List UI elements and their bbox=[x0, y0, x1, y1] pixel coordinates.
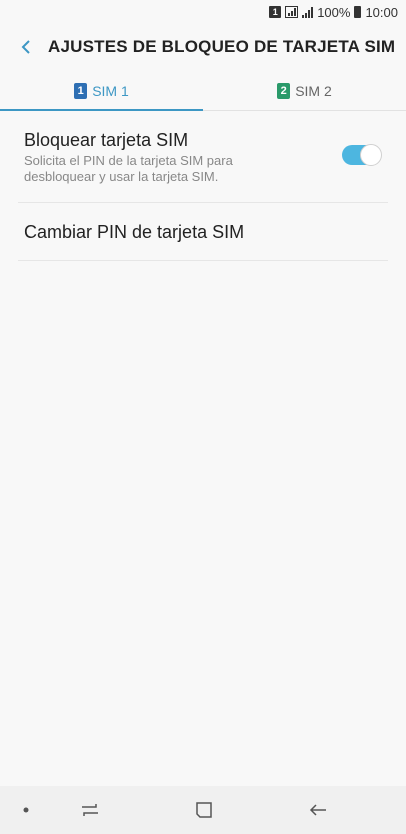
tab-sim-1[interactable]: 1 SIM 1 bbox=[0, 72, 203, 111]
sim-1-badge-icon: 1 bbox=[74, 83, 88, 99]
home-button[interactable] bbox=[190, 798, 218, 822]
lock-sim-toggle[interactable] bbox=[342, 144, 382, 166]
signal-box-icon bbox=[285, 6, 299, 18]
back-arrow-icon bbox=[309, 804, 326, 816]
sim-tabs: 1 SIM 1 2 SIM 2 bbox=[0, 72, 406, 111]
status-bar: 1 100% 10:00 bbox=[0, 0, 406, 24]
tab-sim-2-label: SIM 2 bbox=[295, 83, 332, 99]
page-title: AJUSTES DE BLOQUEO DE TARJETA SIM bbox=[48, 37, 396, 56]
lock-sim-setting[interactable]: Bloquear tarjeta SIM Solicita el PIN de … bbox=[18, 110, 388, 203]
toggle-knob bbox=[360, 144, 382, 166]
change-pin-title: Cambiar PIN de tarjeta SIM bbox=[24, 222, 245, 242]
home-icon bbox=[196, 802, 212, 818]
signal-bars-icon bbox=[302, 6, 314, 18]
app-header: AJUSTES DE BLOQUEO DE TARJETA SIM bbox=[0, 24, 406, 70]
sim-1-icon: 1 bbox=[269, 6, 282, 18]
clock: 10:00 bbox=[365, 4, 398, 20]
battery-percent: 100% bbox=[317, 4, 351, 20]
dot-button[interactable] bbox=[12, 798, 40, 822]
tab-sim-2[interactable]: 2 SIM 2 bbox=[203, 72, 406, 110]
back-button[interactable] bbox=[4, 24, 48, 70]
recent-apps-button[interactable] bbox=[76, 798, 104, 822]
lock-sim-description: Solicita el PIN de la tarjeta SIM para d… bbox=[24, 153, 233, 184]
lock-sim-title: Bloquear tarjeta SIM bbox=[24, 130, 189, 150]
tab-sim-1-label: SIM 1 bbox=[92, 83, 129, 99]
dot-icon bbox=[23, 807, 29, 813]
chevron-left-icon bbox=[21, 40, 30, 54]
battery-icon bbox=[354, 6, 362, 18]
sim-2-badge-icon: 2 bbox=[277, 83, 291, 99]
recent-apps-icon bbox=[82, 804, 98, 816]
change-pin-setting[interactable]: Cambiar PIN de tarjeta SIM bbox=[18, 203, 388, 261]
navigation-bar bbox=[0, 786, 406, 834]
settings-list: Bloquear tarjeta SIM Solicita el PIN de … bbox=[18, 110, 388, 261]
back-nav-button[interactable] bbox=[304, 798, 332, 822]
